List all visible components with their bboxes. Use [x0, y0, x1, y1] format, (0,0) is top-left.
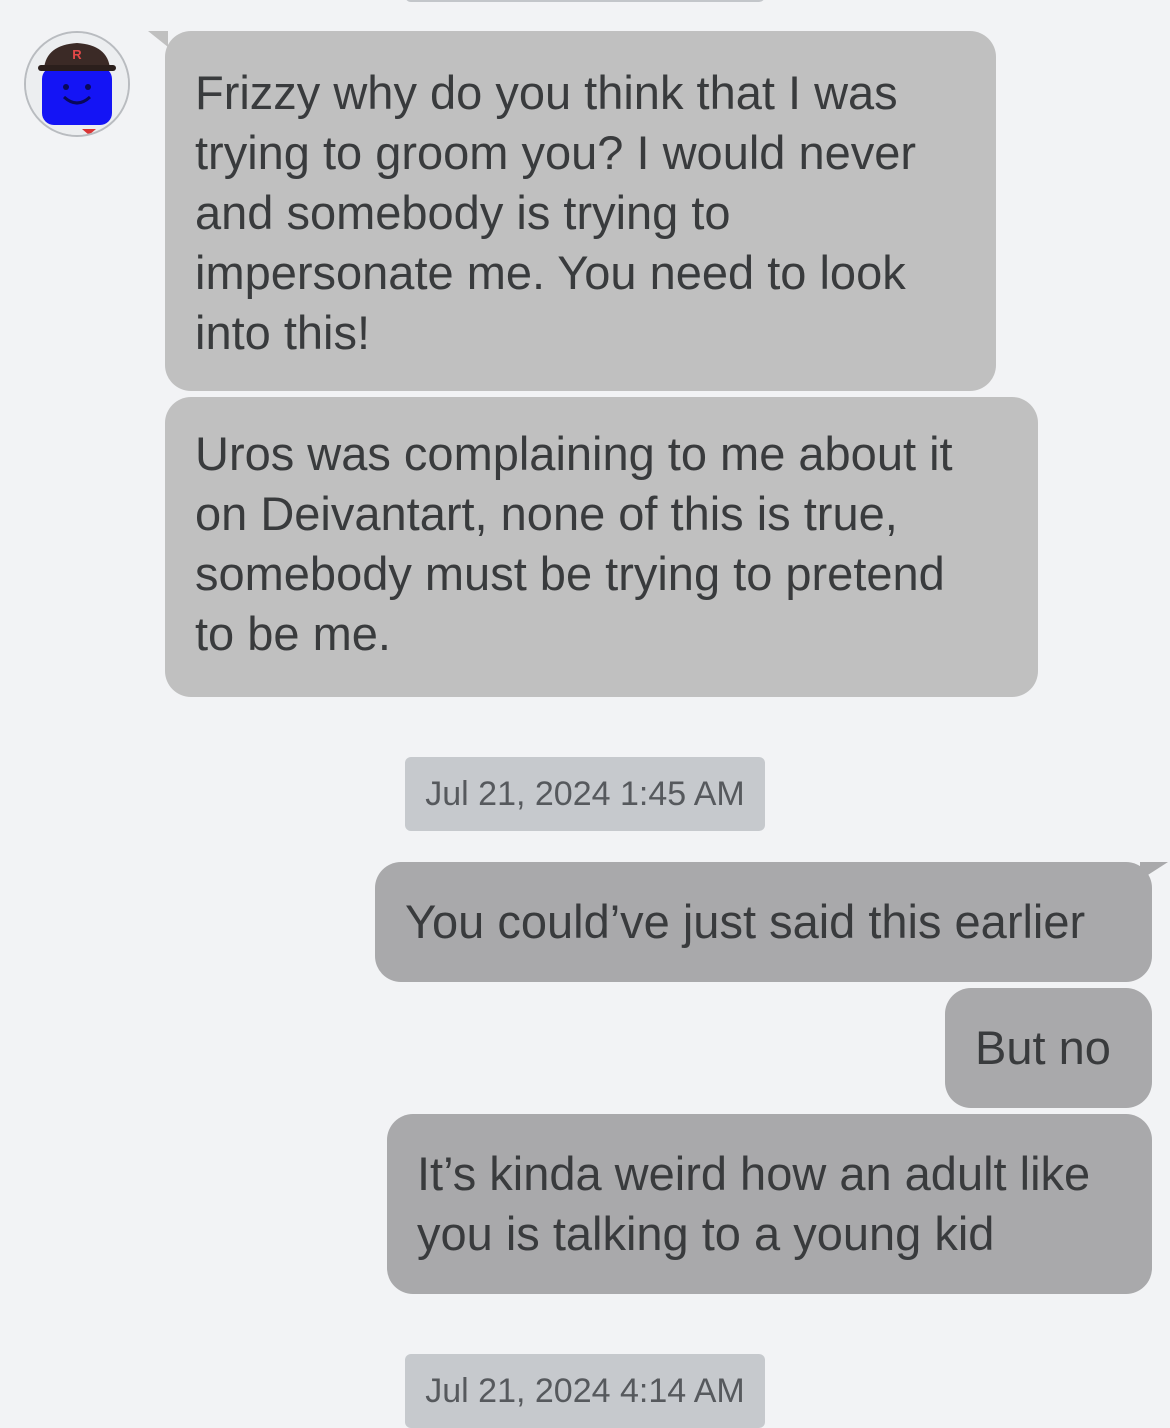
chat-thread[interactable]: R Frizzy why do you think that I was try… — [0, 0, 1170, 1428]
message-bubble-outgoing[interactable]: It’s kinda weird how an adult like you i… — [387, 1114, 1152, 1294]
message-bubble-incoming[interactable]: Uros was complaining to me about it on D… — [165, 397, 1038, 697]
timestamp-pill: Jul 21, 2024 4:14 AM — [405, 1354, 765, 1428]
message-bubble-incoming[interactable]: Frizzy why do you think that I was tryin… — [165, 31, 996, 391]
message-bubble-outgoing[interactable]: But no — [945, 988, 1152, 1108]
blue-avatar-with-cap-icon: R — [26, 33, 128, 135]
message-bubble-outgoing[interactable]: You could’ve just said this earlier — [375, 862, 1152, 982]
timestamp-pill: Jul 21, 2024 1:45 AM — [405, 757, 765, 831]
contact-avatar[interactable]: R — [24, 31, 130, 137]
svg-text:R: R — [72, 47, 82, 62]
incoming-bubble-tail — [148, 31, 168, 47]
previous-timestamp-pill — [405, 0, 765, 2]
